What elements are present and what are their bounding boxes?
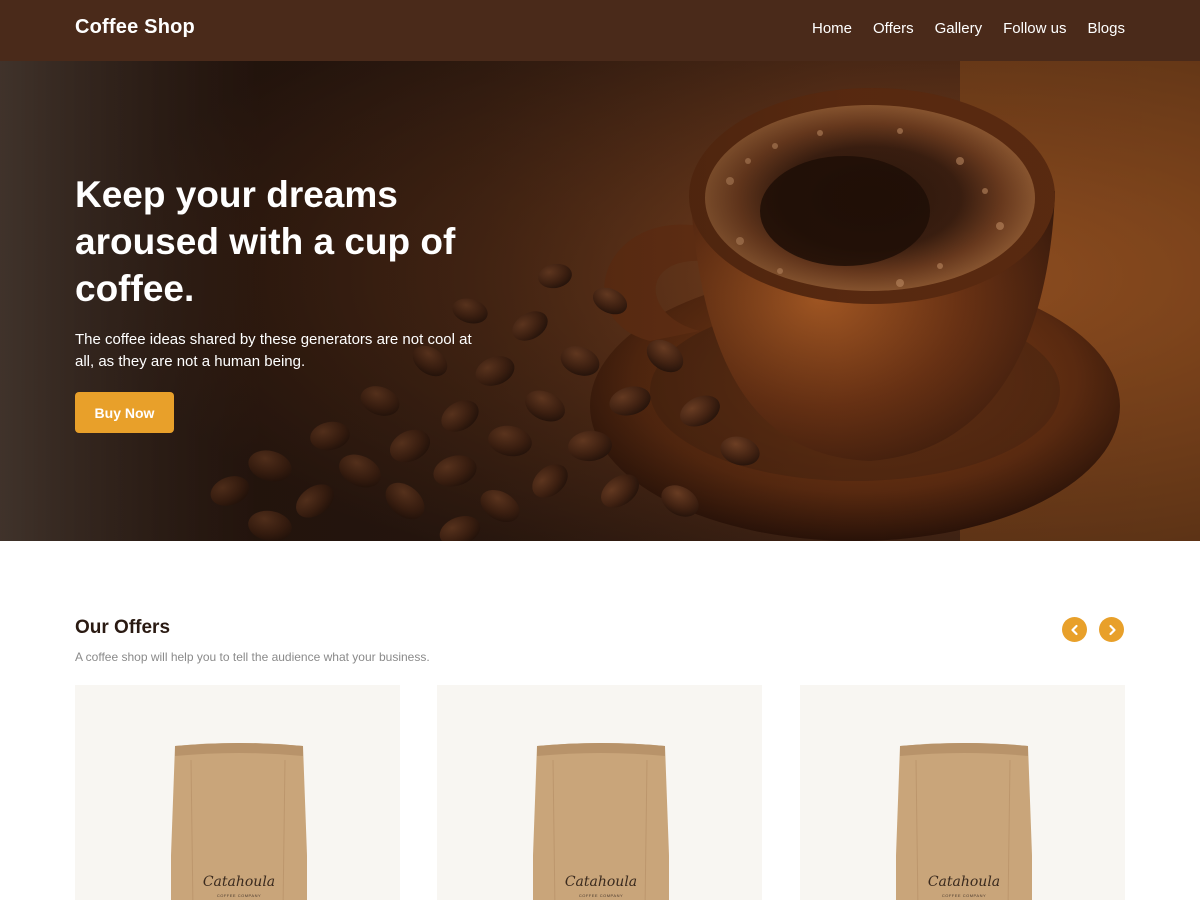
coffee-bag-image: Catahoula COFFEE COMPANY xyxy=(894,740,1034,900)
carousel-prev-button[interactable] xyxy=(1062,617,1087,642)
offer-card[interactable]: Catahoula COFFEE COMPANY xyxy=(75,685,400,900)
bag-sub-label: COFFEE COMPANY xyxy=(216,893,262,898)
main-nav: Home Offers Gallery Follow us Blogs xyxy=(812,20,1125,37)
hero-banner: Keep your dreams aroused with a cup of c… xyxy=(0,61,1200,541)
nav-offers[interactable]: Offers xyxy=(873,20,914,37)
coffee-bag-image: Catahoula COFFEE COMPANY xyxy=(169,740,309,900)
bag-sub-label: COFFEE COMPANY xyxy=(941,893,987,898)
chevron-right-icon xyxy=(1108,624,1116,635)
site-logo[interactable]: Coffee Shop xyxy=(75,16,195,39)
bag-brand-label: Catahoula xyxy=(927,874,1001,890)
bag-brand-label: Catahoula xyxy=(564,874,638,890)
coffee-bag-image: Catahoula COFFEE COMPANY xyxy=(531,740,671,900)
nav-blogs[interactable]: Blogs xyxy=(1087,20,1125,37)
nav-gallery[interactable]: Gallery xyxy=(935,20,983,37)
bag-sub-label: COFFEE COMPANY xyxy=(578,893,624,898)
buy-now-button[interactable]: Buy Now xyxy=(75,392,174,433)
offers-title: Our Offers xyxy=(75,617,171,638)
offers-subtitle: A coffee shop will help you to tell the … xyxy=(75,650,430,664)
hero-description: The coffee ideas shared by these generat… xyxy=(75,331,472,370)
nav-home[interactable]: Home xyxy=(812,20,852,37)
top-navbar: Coffee Shop Home Offers Gallery Follow u… xyxy=(0,0,1200,61)
offer-card[interactable]: Catahoula COFFEE COMPANY xyxy=(437,685,762,900)
offer-card[interactable]: Catahoula COFFEE COMPANY xyxy=(800,685,1125,900)
carousel-next-button[interactable] xyxy=(1099,617,1124,642)
bag-brand-label: Catahoula xyxy=(202,874,276,890)
hero-title: Keep your dreams aroused with a cup of c… xyxy=(75,174,456,309)
chevron-left-icon xyxy=(1070,624,1078,635)
nav-follow-us[interactable]: Follow us xyxy=(1003,20,1066,37)
